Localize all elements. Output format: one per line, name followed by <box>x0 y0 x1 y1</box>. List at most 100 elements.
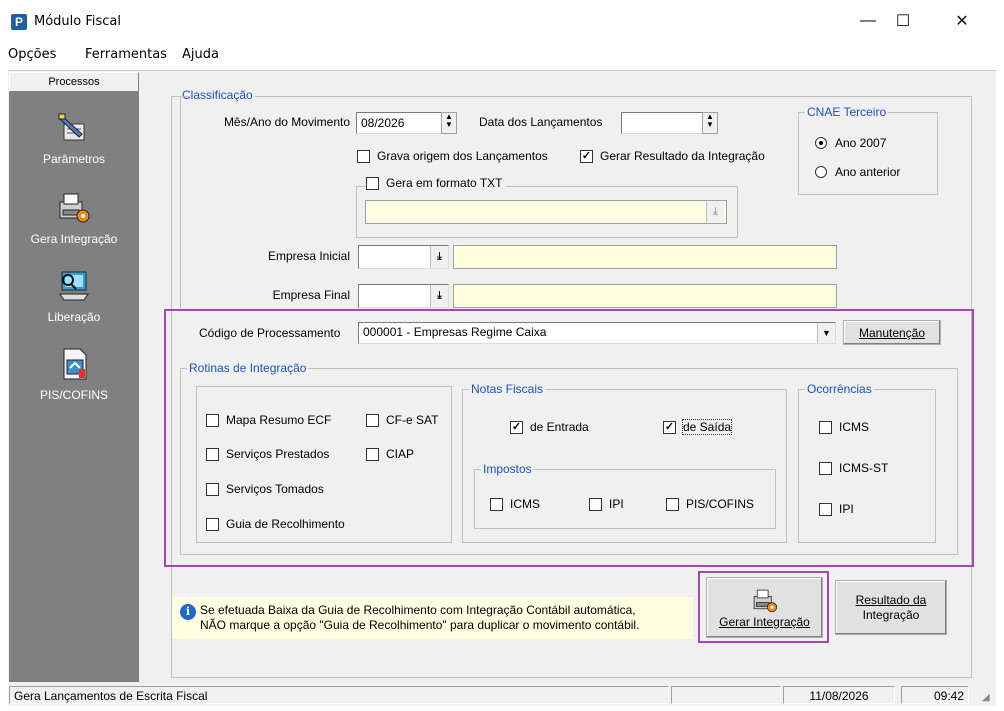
checkbox-box <box>819 420 832 434</box>
pis-cofins-icon <box>63 348 87 380</box>
window-title: Módulo Fiscal <box>34 14 122 29</box>
txt-path-dropdown[interactable]: ⤓ <box>706 201 724 223</box>
ocorrencias-icms-st-checkbox[interactable]: ICMS-ST <box>819 461 888 475</box>
resultado-integracao-button[interactable]: Resultado da Integração <box>835 580 947 635</box>
parameters-icon <box>58 113 85 141</box>
cfe-sat-checkbox[interactable]: CF-e SAT <box>366 413 438 427</box>
status-text: Gera Lançamentos de Escrita Fiscal <box>9 686 669 704</box>
mes-ano-spinner[interactable]: ▲ ▼ <box>441 112 457 134</box>
gerar-integracao-button[interactable]: Gerar Integração <box>706 577 823 638</box>
cnae-title: CNAE Terceiro <box>805 105 889 119</box>
data-lancamentos-input[interactable] <box>621 112 703 134</box>
gera-txt-checkbox[interactable]: Gera em formato TXT <box>366 176 507 190</box>
checkbox-box <box>206 482 219 496</box>
impostos-pis-cofins-checkbox[interactable]: PIS/COFINS <box>666 497 754 511</box>
checkbox-label: de Entrada <box>530 420 589 434</box>
ocorrencias-title: Ocorrências <box>805 382 874 396</box>
checkbox-box <box>819 461 832 475</box>
mapa-resumo-ecf-checkbox[interactable]: Mapa Resumo ECF <box>206 413 331 427</box>
app-icon: P <box>11 14 27 30</box>
cnae-ano-2007-radio[interactable]: Ano 2007 <box>815 136 886 150</box>
status-date: 11/08/2026 <box>783 686 895 704</box>
checkbox-label: ICMS-ST <box>839 461 889 475</box>
checkbox-box: ✓ <box>663 420 676 434</box>
chevron-down-icon[interactable]: ▼ <box>817 323 835 343</box>
ocorrencias-ipi-checkbox[interactable]: IPI <box>819 502 854 516</box>
checkbox-box <box>490 497 503 511</box>
sidebar-item-label: Gera Integração <box>30 232 118 246</box>
radio-dot <box>815 166 827 178</box>
resultado-label-2: Integração <box>862 607 920 622</box>
ciap-checkbox[interactable]: CIAP <box>366 447 414 461</box>
manutencao-button[interactable]: Manutenção <box>843 320 941 345</box>
empresa-final-name <box>453 284 837 308</box>
empresa-inicial-dropdown[interactable]: ⤓ <box>430 246 448 268</box>
checkbox-label: CF-e SAT <box>386 413 439 427</box>
guia-recolhimento-checkbox[interactable]: Guia de Recolhimento <box>206 517 345 531</box>
rotinas-title: Rotinas de Integração <box>187 361 309 375</box>
notas-fiscais-title: Notas Fiscais <box>469 382 546 396</box>
codigo-select[interactable]: 000001 - Empresas Regime Caixa <box>358 322 836 344</box>
txt-path-input[interactable] <box>365 200 727 224</box>
notas-entrada-checkbox[interactable]: ✓ de Entrada <box>510 420 589 434</box>
radio-label: Ano anterior <box>835 165 901 179</box>
sidebar-header[interactable]: Processos <box>9 72 139 92</box>
sidebar-item-label: Parâmetros <box>42 152 106 166</box>
cnae-ano-anterior-radio[interactable]: Ano anterior <box>815 165 900 179</box>
sidebar-item-pis-cofins[interactable]: PIS/COFINS <box>9 346 139 402</box>
status-empty <box>671 686 781 704</box>
gerar-resultado-checkbox[interactable]: ✓ Gerar Resultado da Integração <box>580 149 765 163</box>
checkbox-label: de Saída <box>681 419 733 435</box>
notas-saida-checkbox[interactable]: ✓ de Saída <box>663 419 733 435</box>
menu-opcoes[interactable]: Opções <box>8 47 56 62</box>
checkbox-label: Serviços Prestados <box>226 447 330 461</box>
info-icon: i <box>180 604 196 620</box>
menu-ferramentas[interactable]: Ferramentas <box>85 47 167 62</box>
impostos-ipi-checkbox[interactable]: IPI <box>589 497 624 511</box>
radio-label: Ano 2007 <box>835 136 887 150</box>
radio-dot <box>815 137 827 149</box>
servicos-prestados-checkbox[interactable]: Serviços Prestados <box>206 447 329 461</box>
ocorrencias-icms-checkbox[interactable]: ICMS <box>819 420 869 434</box>
mes-ano-input[interactable]: 08/2026 <box>356 112 442 134</box>
gerar-integracao-label: Gerar Integração <box>719 614 810 629</box>
sidebar-item-liberacao[interactable]: Liberação <box>9 268 139 324</box>
sidebar-item-gera-integracao[interactable]: Gera Integração <box>9 190 139 246</box>
mes-ano-label: Mês/Ano do Movimento <box>223 115 350 129</box>
checkbox-label: PIS/COFINS <box>686 497 755 511</box>
data-lancamentos-spinner[interactable]: ▲ ▼ <box>702 112 718 134</box>
checkbox-label: IPI <box>609 497 624 511</box>
grava-origem-label: Grava origem dos Lançamentos <box>377 149 548 163</box>
data-lancamentos-label: Data dos Lançamentos <box>479 115 603 129</box>
checkbox-label: ICMS <box>510 497 540 511</box>
checkbox-label: Guia de Recolhimento <box>226 517 345 531</box>
info-line-2: NÃO marque a opção "Guia de Recolhimento… <box>200 618 640 632</box>
servicos-tomados-checkbox[interactable]: Serviços Tomados <box>206 482 324 496</box>
generate-integration-icon <box>753 589 777 612</box>
close-button[interactable]: ✕ <box>940 4 984 38</box>
checkbox-box <box>366 176 379 190</box>
gera-txt-label: Gera em formato TXT <box>386 176 503 190</box>
resize-grip-icon[interactable]: ◢ <box>982 692 990 703</box>
impostos-icms-checkbox[interactable]: ICMS <box>490 497 540 511</box>
sidebar-item-parametros[interactable]: Parâmetros <box>9 110 139 166</box>
grava-origem-checkbox[interactable]: Grava origem dos Lançamentos <box>357 149 548 163</box>
impostos-title: Impostos <box>481 462 534 476</box>
checkbox-box <box>206 517 219 531</box>
checkbox-box <box>666 497 679 511</box>
empresa-inicial-label: Empresa Inicial <box>267 249 350 263</box>
codigo-label: Código de Processamento <box>199 326 341 340</box>
status-time: 09:42 <box>901 686 969 704</box>
empresa-final-dropdown[interactable]: ⤓ <box>430 285 448 307</box>
checkbox-box <box>357 149 370 163</box>
cnae-group: CNAE Terceiro <box>798 105 938 195</box>
maximize-button[interactable]: ☐ <box>881 4 925 38</box>
generate-integration-icon <box>59 193 90 223</box>
resultado-label-1: Resultado da <box>855 592 927 607</box>
checkbox-box <box>206 413 219 427</box>
menu-ajuda[interactable]: Ajuda <box>182 47 219 62</box>
empresa-final-label: Empresa Final <box>272 288 350 302</box>
checkbox-label: IPI <box>839 502 854 516</box>
checkbox-label: Serviços Tomados <box>226 482 324 496</box>
checkbox-label: Mapa Resumo ECF <box>226 413 332 427</box>
